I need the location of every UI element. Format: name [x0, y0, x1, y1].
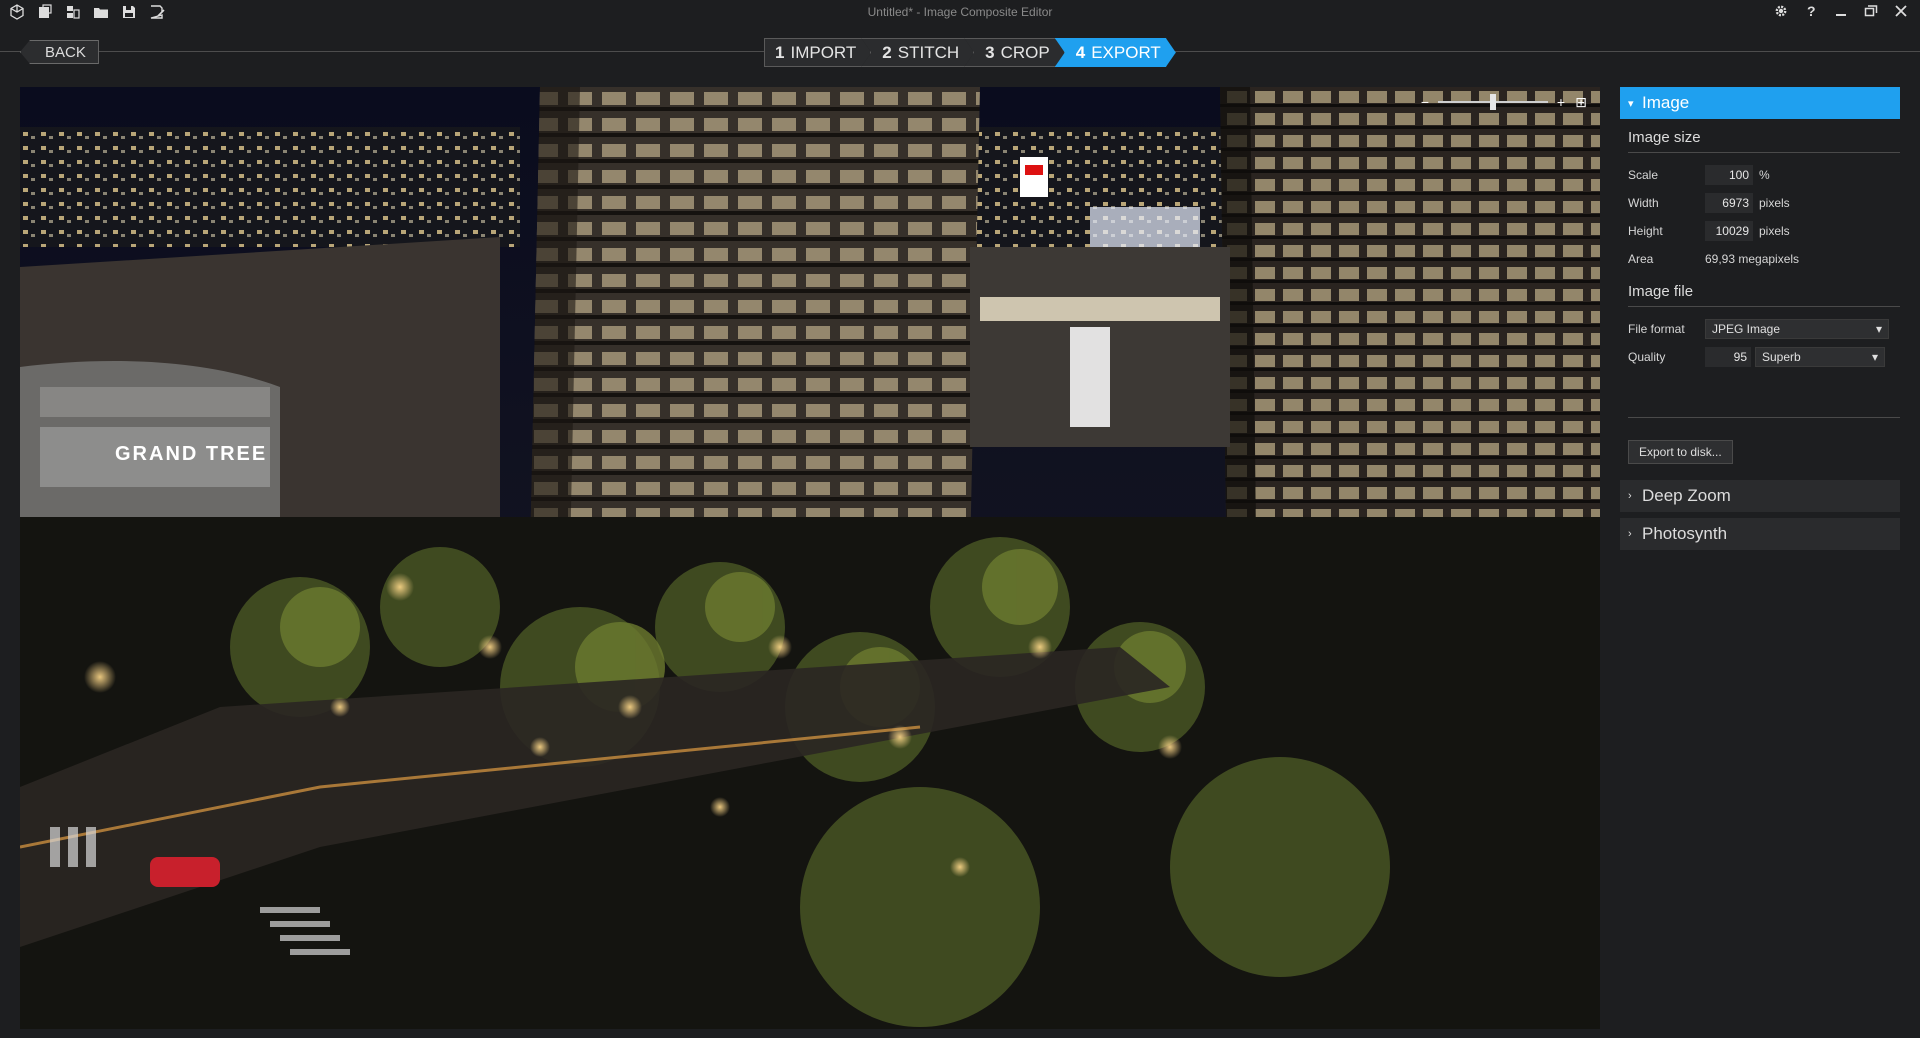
fit-to-window-icon[interactable]: ⊞ — [1574, 95, 1588, 109]
chevron-down-icon: ▾ — [1628, 97, 1634, 110]
window-controls: ? — [1768, 1, 1914, 21]
image-section-header[interactable]: ▾ Image — [1620, 87, 1900, 119]
photosynth-section-header[interactable]: › Photosynth — [1620, 518, 1900, 550]
panorama-preview[interactable]: GRAND TREE — [20, 87, 1600, 1029]
export-panel: ▾ Image Image size Scale 100 % Width 697… — [1620, 87, 1900, 556]
step-label: IMPORT — [790, 42, 857, 62]
step-label: STITCH — [897, 42, 960, 62]
gear-icon[interactable] — [1768, 1, 1794, 21]
quality-row: Quality 95 Superb ▾ — [1620, 343, 1900, 371]
zoom-in-icon[interactable]: + — [1554, 95, 1568, 109]
file-format-label: File format — [1628, 322, 1685, 336]
section-title: Image — [1642, 93, 1690, 112]
step-number: 1 — [775, 42, 785, 62]
step-label: CROP — [1000, 42, 1050, 62]
chevron-right-icon: › — [1628, 528, 1632, 540]
scale-input[interactable]: 100 — [1705, 165, 1753, 185]
step-number: 3 — [985, 42, 995, 62]
zoom-slider-thumb[interactable] — [1490, 94, 1496, 110]
quality-preset-select[interactable]: Superb ▾ — [1755, 347, 1885, 367]
step-number: 2 — [882, 42, 892, 62]
step-crop[interactable]: 3 CROP — [964, 38, 1065, 67]
step-import[interactable]: 1 IMPORT — [764, 38, 871, 67]
title-bar: Untitled* - Image Composite Editor ? — [0, 0, 1920, 24]
image-file-title: Image file — [1628, 283, 1694, 300]
step-label: EXPORT — [1091, 42, 1161, 62]
chevron-down-icon: ▾ — [1871, 350, 1878, 364]
minimize-icon[interactable] — [1828, 1, 1854, 21]
quality-input[interactable]: 95 — [1705, 347, 1751, 367]
height-row: Height 10029 pixels — [1620, 217, 1900, 245]
quality-label: Quality — [1628, 350, 1666, 364]
deep-zoom-section-header[interactable]: › Deep Zoom — [1620, 480, 1900, 512]
svg-text:GRAND TREE: GRAND TREE — [115, 443, 267, 465]
width-unit: pixels — [1759, 196, 1790, 210]
quality-preset-value: Superb — [1762, 350, 1801, 364]
back-button[interactable]: BACK — [20, 40, 99, 64]
chevron-right-icon: › — [1628, 490, 1632, 502]
image-size-title: Image size — [1628, 129, 1701, 146]
zoom-slider[interactable] — [1438, 94, 1548, 110]
step-stitch[interactable]: 2 STITCH — [861, 38, 974, 67]
divider — [1628, 152, 1900, 153]
height-input[interactable]: 10029 — [1705, 221, 1753, 241]
section-title: Photosynth — [1642, 524, 1728, 543]
scale-unit: % — [1759, 168, 1770, 182]
close-icon[interactable] — [1888, 1, 1914, 21]
window-title: Untitled* - Image Composite Editor — [867, 5, 1053, 19]
chevron-down-icon: ▾ — [1875, 322, 1882, 336]
divider — [1628, 306, 1900, 307]
step-export[interactable]: 4 EXPORT — [1055, 38, 1176, 67]
zoom-control: − + ⊞ — [1418, 92, 1598, 112]
restore-icon[interactable] — [1858, 1, 1884, 21]
svg-text:?: ? — [1807, 3, 1816, 19]
height-unit: pixels — [1759, 224, 1790, 238]
scale-label: Scale — [1628, 168, 1659, 182]
scale-row: Scale 100 % — [1620, 161, 1900, 189]
step-number: 4 — [1075, 42, 1086, 62]
file-format-value: JPEG Image — [1712, 322, 1781, 336]
file-format-select[interactable]: JPEG Image ▾ — [1705, 319, 1889, 339]
zoom-out-icon[interactable]: − — [1418, 95, 1432, 109]
panorama-image: GRAND TREE — [20, 87, 1600, 1029]
file-format-row: File format JPEG Image ▾ — [1620, 315, 1900, 343]
width-input[interactable]: 6973 — [1705, 193, 1753, 213]
area-value: 69,93 megapixels — [1705, 252, 1800, 266]
help-icon[interactable]: ? — [1798, 1, 1824, 21]
width-label: Width — [1628, 196, 1659, 210]
area-label: Area — [1628, 252, 1654, 266]
section-title: Deep Zoom — [1642, 486, 1731, 505]
width-row: Width 6973 pixels — [1620, 189, 1900, 217]
divider — [1628, 417, 1900, 418]
workflow-steps: 1 IMPORT 2 STITCH 3 CROP 4 EXPORT — [764, 38, 1166, 67]
height-label: Height — [1628, 224, 1663, 238]
export-to-disk-button[interactable]: Export to disk... — [1628, 440, 1733, 464]
area-row: Area 69,93 megapixels — [1620, 245, 1900, 273]
